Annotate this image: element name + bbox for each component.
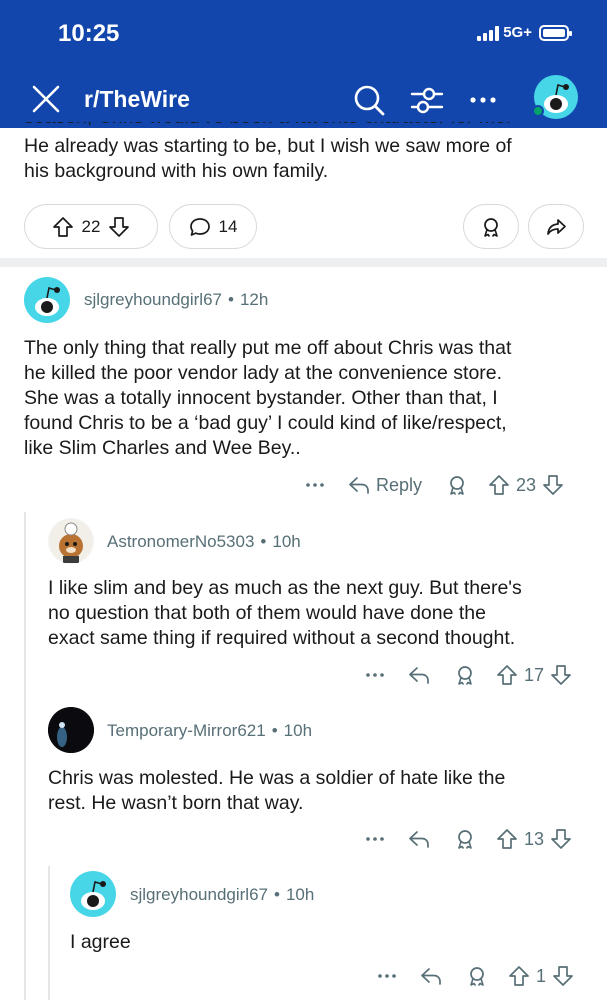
reply-icon[interactable] [348,474,370,496]
top-bar: 10:25 5G+ r/TheWire [0,0,607,128]
award-button[interactable] [463,204,519,249]
award-icon[interactable] [454,664,476,686]
comment-username[interactable]: AstronomerNo5303 [107,532,254,551]
status-indicators: 5G+ [477,24,572,41]
post-body-line: He already was starting to be, but I wis… [24,135,512,157]
section-divider [0,258,607,267]
comment-actions: 17 [364,660,572,690]
vote-count: 1 [536,965,547,986]
post-vote-pill: 22 [24,204,158,249]
commenter-avatar[interactable] [48,518,94,564]
thread-line[interactable] [48,866,50,1000]
upvote-icon[interactable] [496,828,518,850]
comment-line: like Slim Charles and Wee Bey.. [24,437,301,459]
share-icon [545,216,567,238]
user-avatar[interactable] [532,75,578,119]
comment-time: 12h [239,290,269,309]
reply-icon[interactable] [420,965,442,987]
comment-actions: 13 [364,824,572,854]
reply-icon[interactable] [408,828,430,850]
comment-line: exact same thing if required without a s… [48,627,516,649]
comment-line: I like slim and bey as much as the next … [48,577,522,599]
thread-line[interactable] [24,512,26,1000]
battery-icon [539,24,572,41]
commenter-avatar[interactable] [70,871,116,917]
downvote-icon[interactable] [550,664,572,686]
award-icon[interactable] [446,474,468,496]
online-indicator [532,105,544,117]
comment-time: 10h [272,532,301,551]
comment-time: 10h [283,721,313,740]
commenter-avatar[interactable] [48,707,94,753]
comment-icon [189,216,211,238]
comment-username[interactable]: Temporary-Mirror621 [107,721,266,740]
vote-count: 23 [516,474,537,495]
comment-actions: Reply 23 [304,470,564,500]
downvote-icon[interactable] [542,474,564,496]
comment-line: found Chris to be a ‘bad guy’ I could ki… [24,412,507,434]
comment-time: 10h [285,885,315,904]
search-icon[interactable] [352,83,386,117]
comment-line: Chris was molested. He was a soldier of … [48,767,506,789]
commenter-avatar[interactable] [24,277,70,323]
comment-meta: AstronomerNo5303 • 10h [107,532,301,551]
comment-meta: sjlgreyhoundgirl67 • 10h [130,885,315,904]
close-icon[interactable] [30,83,62,115]
post-comments-button[interactable]: 14 [169,204,257,249]
comment-username[interactable]: sjlgreyhoundgirl67 [84,290,222,309]
downvote-icon[interactable] [108,216,130,238]
subreddit-nav: r/TheWire [0,74,607,122]
reply-icon[interactable] [408,664,430,686]
comment-body: I like slim and bey as much as the next … [48,576,593,651]
comment-actions: 1 [376,961,574,991]
comment-line: rest. He wasn’t born that way. [48,792,304,814]
upvote-icon[interactable] [508,965,530,987]
award-icon[interactable] [454,828,476,850]
post-body-cut: season, Chris would've been a favorite c… [24,122,584,130]
comment-line: he killed the poor vendor lady at the co… [24,362,503,384]
network-label: 5G+ [503,24,532,41]
comment-line: no question that both of them would have… [48,602,486,624]
subreddit-title[interactable]: r/TheWire [84,86,190,113]
vote-count: 17 [524,664,545,685]
award-icon [480,216,502,238]
post-upvote-count: 22 [81,216,101,236]
comment-line: I agree [70,931,131,953]
comment-body: I agree [70,930,590,955]
downvote-icon[interactable] [552,965,574,987]
comment-line: The only thing that really put me off ab… [24,337,512,359]
comment-body: The only thing that really put me off ab… [24,336,589,461]
downvote-icon[interactable] [550,828,572,850]
comment-meta: sjlgreyhoundgirl67 • 12h [84,290,269,309]
more-icon[interactable] [364,664,386,686]
comment-line: She was a totally innocent bystander. Ot… [24,387,498,409]
more-icon[interactable] [466,83,500,117]
comment-username[interactable]: sjlgreyhoundgirl67 [130,885,268,904]
filter-icon[interactable] [410,83,444,117]
upvote-icon[interactable] [488,474,510,496]
comment-body: Chris was molested. He was a soldier of … [48,766,593,816]
more-icon[interactable] [376,965,398,987]
reply-button[interactable]: Reply [376,475,422,496]
signal-icon [477,25,500,41]
more-icon[interactable] [304,474,326,496]
status-time: 10:25 [58,20,120,47]
award-icon[interactable] [466,965,488,987]
more-icon[interactable] [364,828,386,850]
share-button[interactable] [528,204,584,249]
post-comment-count: 14 [218,216,238,236]
post-body-line: his background with his own family. [24,160,329,182]
post-body: He already was starting to be, but I wis… [24,130,584,184]
upvote-icon[interactable] [496,664,518,686]
comment-meta: Temporary-Mirror621 • 10h [107,721,313,740]
vote-count: 13 [524,828,545,849]
upvote-icon[interactable] [52,216,74,238]
